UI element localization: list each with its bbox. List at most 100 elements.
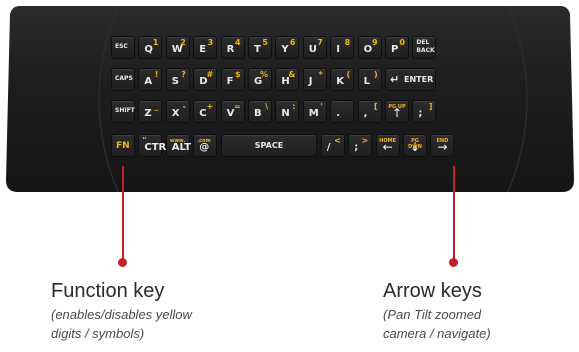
key-w[interactable]: W2	[165, 36, 190, 59]
arrow-keys-desc-line2: camera / navigate)	[383, 326, 491, 341]
key-label: CAPS	[115, 75, 133, 82]
key-secondary-label: (	[346, 70, 351, 79]
key-label: E	[199, 44, 207, 55]
key-label: U	[308, 44, 317, 55]
key-label: .	[336, 108, 340, 119]
key-label: Z	[144, 108, 152, 119]
key-v[interactable]: V =	[220, 100, 245, 123]
key-a[interactable]: A!	[138, 68, 163, 91]
key-symbol[interactable]: ;]	[412, 100, 437, 123]
key-symbol[interactable]: / <	[320, 134, 345, 157]
key-esc[interactable]: ESC	[111, 36, 135, 59]
key-secondary-label: )	[373, 70, 378, 79]
key-q[interactable]: Q1	[138, 36, 163, 59]
key-u[interactable]: U7	[302, 36, 327, 59]
key-label: P	[391, 44, 399, 55]
key-secondary-label: 7	[317, 38, 323, 47]
key-label: C	[199, 108, 207, 119]
key-t[interactable]: T5	[248, 36, 272, 59]
key-secondary-label: *	[318, 70, 323, 79]
key-y[interactable]: Y6	[275, 36, 300, 59]
function-key-title: Function key	[51, 280, 165, 302]
key-secondary-label: -	[182, 102, 186, 111]
key-secondary-label: =	[233, 102, 241, 111]
key-symbol[interactable]: ← HOME	[375, 134, 400, 157]
key-caps[interactable]: CAPS	[111, 68, 135, 91]
key-symbol[interactable]: .	[330, 100, 355, 123]
key-z[interactable]: Z _	[138, 100, 163, 123]
key-e[interactable]: E3	[193, 36, 218, 59]
key-secondary-label: :	[292, 102, 296, 111]
key-label: O	[363, 44, 373, 55]
key-l[interactable]: L)	[357, 68, 382, 91]
key-secondary-label: %	[259, 70, 268, 79]
key-secondary-label: .com	[197, 138, 211, 144]
key-label: X	[171, 108, 180, 119]
key-label: T	[254, 44, 261, 55]
key-symbol[interactable]: → END	[430, 134, 455, 157]
key-p[interactable]: P0	[385, 36, 409, 59]
key-d[interactable]: D #	[193, 68, 218, 91]
key-secondary-label: PG UP	[388, 104, 406, 110]
key-label: K	[336, 76, 344, 87]
key-i[interactable]: I8	[330, 36, 355, 59]
key-secondary-label: >	[361, 136, 369, 145]
key-del-back[interactable]: DEL BACK	[412, 36, 437, 59]
key-secondary-label: &	[288, 70, 296, 79]
key-label: SPACE	[254, 141, 284, 150]
key-symbol[interactable]: @ .com	[193, 134, 218, 157]
key-b[interactable]: B \	[248, 100, 272, 123]
key-label: J	[308, 76, 313, 87]
key-space[interactable]: SPACE	[220, 134, 318, 157]
key-secondary-label: \	[265, 102, 268, 111]
key-symbol[interactable]: ,[	[357, 100, 382, 123]
key-secondary-label: www.	[169, 138, 186, 144]
key-label: DEL BACK	[416, 39, 435, 54]
key-alt[interactable]: ALT www.	[165, 134, 191, 157]
key-secondary-label: '	[320, 102, 323, 111]
arrow-callout-line	[453, 166, 455, 262]
key-symbol[interactable]: ↓ PG DWN	[403, 134, 427, 157]
key-secondary-label: ]	[428, 102, 433, 111]
key-symbol[interactable]: ; >	[348, 134, 373, 157]
key-fn[interactable]: FN	[111, 134, 135, 157]
key-m[interactable]: M '	[302, 100, 327, 123]
key-h[interactable]: H &	[275, 68, 300, 91]
diagram: ESC Q 1 W 2 E 3 R 4 T 5 Y 6 U 7 I 8 O 9 P 0 DEL BACK CAPS A! S? D #…	[0, 0, 579, 352]
key-label: ;	[354, 142, 359, 153]
key-enter[interactable]: ↵ ENTER	[385, 68, 437, 91]
key-o[interactable]: O9	[357, 36, 382, 59]
key-secondary-label: _	[154, 102, 159, 111]
key-ctrl[interactable]: CTRL "	[138, 134, 173, 157]
key-shift[interactable]: SHIFT	[111, 100, 135, 123]
function-key-desc-line1: (enables/disables yellow	[51, 307, 192, 322]
key-label: B	[254, 108, 262, 119]
key-label: A	[144, 76, 153, 87]
key-label: R	[226, 44, 235, 55]
key-label: Y	[281, 44, 289, 55]
key-secondary-label: +	[206, 102, 214, 111]
key-k[interactable]: K(	[330, 68, 355, 91]
key-label: I	[336, 44, 340, 55]
key-secondary-label: 2	[180, 38, 186, 47]
key-secondary-label: END	[436, 138, 449, 144]
key-label: ,	[363, 108, 368, 119]
key-label: SHIFT	[115, 107, 135, 114]
key-secondary-label: HOME	[379, 138, 396, 144]
arrow-keys-desc-line1: (Pan Tilt zoomed	[383, 307, 482, 322]
key-j[interactable]: J *	[302, 68, 327, 91]
key-g[interactable]: G%	[248, 68, 272, 91]
key-secondary-label: 4	[235, 38, 241, 47]
key-c[interactable]: C +	[193, 100, 218, 123]
key-r[interactable]: R4	[220, 36, 245, 59]
key-label: ENTER	[404, 75, 434, 84]
key-symbol[interactable]: ↑ PG UP	[385, 100, 409, 123]
key-x[interactable]: X-	[165, 100, 190, 123]
key-secondary-label: 9	[372, 38, 378, 47]
key-secondary-label: 3	[207, 38, 214, 47]
key-n[interactable]: N:	[275, 100, 300, 123]
key-f[interactable]: F $	[220, 68, 245, 91]
key-secondary-label: "	[142, 136, 147, 145]
key-secondary-label: ?	[181, 70, 186, 79]
key-s[interactable]: S?	[165, 68, 190, 91]
